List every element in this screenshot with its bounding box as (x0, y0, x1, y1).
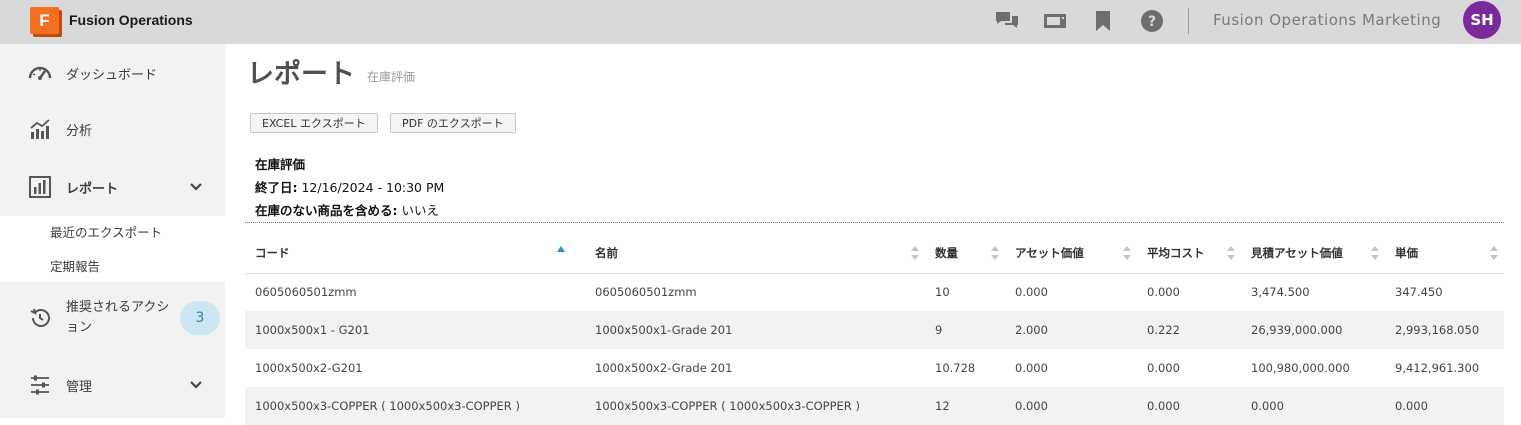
logo-letter: F (30, 7, 59, 34)
cell-estimated-asset-value: 0.000 (1241, 387, 1385, 425)
cell-average-cost: 0.000 (1147, 361, 1180, 375)
sidebar-item-label: 分析 (66, 123, 93, 139)
history-icon (30, 308, 50, 327)
cell-unit-price: 2,993,168.050 (1385, 311, 1504, 349)
column-header-name[interactable]: 名前 (585, 233, 925, 274)
end-date-label: 終了日: (255, 180, 298, 195)
submenu-item-scheduled-reports[interactable]: 定期報告 (50, 256, 100, 275)
section-divider (245, 222, 1504, 223)
cell-name: 1000x500x3-COPPER ( 1000x500x3-COPPER ) (585, 387, 925, 425)
cell-name: 1000x500x2-Grade 201 (595, 361, 733, 375)
sidebar: ダッシュボード 分析 レポート 最近のエクスポート 定期報告 推奨されるアクショ… (0, 44, 225, 418)
include-value: いいえ (401, 203, 439, 218)
cell-estimated-asset-value: 3,474.500 (1251, 285, 1310, 300)
report-bar-chart-icon (29, 176, 51, 198)
user-avatar[interactable]: SH (1463, 1, 1501, 39)
sidebar-item-analytics[interactable]: 分析 (0, 100, 225, 158)
report-table: コード 名前 数量 アセット価値 平均コスト 見積アセット価値 単価 06050… (245, 233, 1504, 425)
sort-icon[interactable] (991, 245, 999, 261)
include-label: 在庫のない商品を含める: (255, 203, 398, 218)
page-title: レポート (247, 59, 355, 90)
recommended-actions-badge: 3 (180, 301, 220, 335)
sort-icon[interactable] (1490, 245, 1498, 261)
sort-icon[interactable] (911, 245, 919, 261)
cell-quantity: 12 (925, 387, 1005, 425)
cell-code: 1000x500x1 - G201 (245, 311, 585, 349)
speedometer-icon (28, 66, 52, 80)
table-row[interactable]: 1000x500x2-G201 1000x500x2-Grade 201 10.… (245, 349, 1504, 387)
chevron-down-icon[interactable] (186, 375, 206, 395)
cell-code: 1000x500x3-COPPER ( 1000x500x3-COPPER ) (245, 387, 585, 425)
cell-code: 0605060501zmm (255, 285, 357, 300)
cell-quantity: 9 (925, 311, 1005, 349)
video-icon[interactable] (1042, 8, 1068, 34)
analytics-chart-icon (30, 119, 50, 139)
cell-name: 1000x500x1-Grade 201 (585, 311, 925, 349)
sort-icon[interactable] (1371, 245, 1379, 261)
sort-icon[interactable] (1227, 245, 1235, 261)
column-header-unit-price[interactable]: 単価 (1385, 233, 1504, 274)
cell-asset-value: 2.000 (1005, 311, 1137, 349)
submenu-item-recent-exports[interactable]: 最近のエクスポート (50, 222, 162, 241)
svg-text:?: ? (1148, 14, 1156, 30)
sidebar-item-label: 管理 (66, 379, 93, 395)
top-bar: F Fusion Operations ? Fusion Operations … (0, 0, 1521, 44)
sidebar-item-admin[interactable]: 管理 (0, 356, 225, 414)
cell-quantity: 10.728 (935, 361, 976, 375)
column-header-quantity[interactable]: 数量 (925, 233, 1005, 274)
reports-submenu: 最近のエクスポート 定期報告 (0, 216, 225, 282)
sidebar-item-label: 推奨されるアクション (66, 300, 170, 335)
cell-unit-price: 347.450 (1395, 285, 1443, 300)
cell-average-cost: 0.000 (1147, 285, 1180, 300)
sidebar-item-dashboard[interactable]: ダッシュボード (0, 44, 225, 102)
cell-asset-value: 0.000 (1005, 387, 1137, 425)
report-include-out-of-stock: 在庫のない商品を含める: いいえ (255, 200, 439, 219)
table-row[interactable]: 1000x500x3-COPPER ( 1000x500x3-COPPER ) … (245, 387, 1504, 425)
cell-code: 1000x500x2-G201 (255, 361, 363, 375)
app-title[interactable]: Fusion Operations (69, 0, 193, 44)
table-header-row: コード 名前 数量 アセット価値 平均コスト 見積アセット価値 単価 (245, 233, 1504, 274)
sidebar-item-label: ダッシュボード (66, 67, 158, 83)
cell-quantity: 10 (935, 285, 950, 300)
cell-estimated-asset-value: 26,939,000.000 (1241, 311, 1385, 349)
column-header-code[interactable]: コード (245, 233, 585, 274)
chat-icon[interactable] (994, 8, 1020, 34)
cell-estimated-asset-value: 100,980,000.000 (1251, 361, 1350, 375)
cell-unit-price: 0.000 (1385, 387, 1504, 425)
cell-asset-value: 0.000 (1015, 361, 1048, 375)
excel-export-button[interactable]: EXCEL エクスポート (250, 113, 378, 133)
bookmark-icon[interactable] (1090, 8, 1116, 34)
column-header-asset-value[interactable]: アセット価値 (1005, 233, 1137, 274)
column-header-average-cost[interactable]: 平均コスト (1137, 233, 1241, 274)
header-divider (1188, 8, 1189, 34)
sort-ascending-icon[interactable] (557, 245, 565, 253)
sort-icon[interactable] (1123, 245, 1131, 261)
cell-unit-price: 9,412,961.300 (1395, 361, 1480, 375)
cell-average-cost: 0.222 (1137, 311, 1241, 349)
table-row[interactable]: 0605060501zmm 0605060501zmm 10 0.000 0.0… (245, 273, 1504, 311)
help-icon[interactable]: ? (1139, 8, 1165, 34)
page-subtitle: 在庫評価 (367, 70, 416, 84)
app-logo[interactable]: F (30, 7, 62, 37)
table-row[interactable]: 1000x500x1 - G201 1000x500x1-Grade 201 9… (245, 311, 1504, 349)
sidebar-item-label: レポート (66, 181, 119, 197)
cell-average-cost: 0.000 (1137, 387, 1241, 425)
chevron-down-icon[interactable] (186, 177, 206, 197)
pdf-export-button[interactable]: PDF のエクスポート (390, 113, 516, 133)
sliders-icon (31, 375, 49, 395)
column-header-estimated-asset-value[interactable]: 見積アセット価値 (1241, 233, 1385, 274)
end-date-value: 12/16/2024 - 10:30 PM (301, 180, 445, 195)
cell-name: 0605060501zmm (595, 285, 697, 300)
org-name[interactable]: Fusion Operations Marketing (1213, 0, 1441, 40)
cell-asset-value: 0.000 (1015, 285, 1048, 300)
report-end-date: 終了日: 12/16/2024 - 10:30 PM (255, 177, 444, 196)
sidebar-item-reports[interactable]: レポート (0, 158, 225, 216)
report-name: 在庫評価 (255, 157, 306, 172)
